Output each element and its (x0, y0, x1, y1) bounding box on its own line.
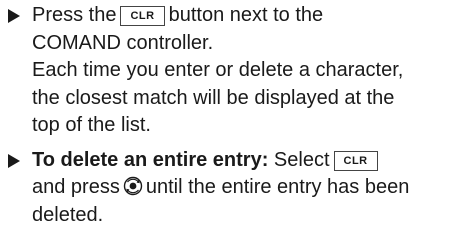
step-text: button next to the (168, 4, 324, 26)
step-text: Press the (32, 4, 117, 26)
rotate-press-controller-icon (123, 176, 143, 196)
clr-key-label: CLR (333, 150, 378, 171)
step-text: Select (273, 148, 330, 171)
step-bold-label: To delete an entire entry: (32, 148, 269, 171)
bullet-arrow-icon (8, 2, 22, 30)
note-line: Each time you enter or delete a characte… (32, 59, 404, 81)
step-line: Press the CLR button next to the (32, 2, 461, 30)
clr-key-label: CLR (120, 6, 165, 26)
step-text: and press (32, 176, 120, 198)
note-line: the closest match will be displayed at t… (32, 86, 395, 109)
step-line: and press until the entire entry has been (32, 174, 461, 202)
note-line: top of the list. (32, 114, 151, 136)
step-delete-entry: To delete an entire entry: Select CLR and… (6, 147, 461, 230)
bullet-arrow-icon (8, 147, 22, 175)
step-text: until the entire entry has been (145, 176, 410, 198)
step-press-clr: Press the CLR button next to the COMAND co… (6, 2, 461, 140)
step-line: deleted. (32, 203, 104, 226)
step-line: COMAND controller. (32, 31, 214, 54)
step-line: To delete an entire entry: Select CLR (32, 147, 461, 175)
instruction-list: Press the CLR button next to the COMAND co… (6, 2, 461, 229)
